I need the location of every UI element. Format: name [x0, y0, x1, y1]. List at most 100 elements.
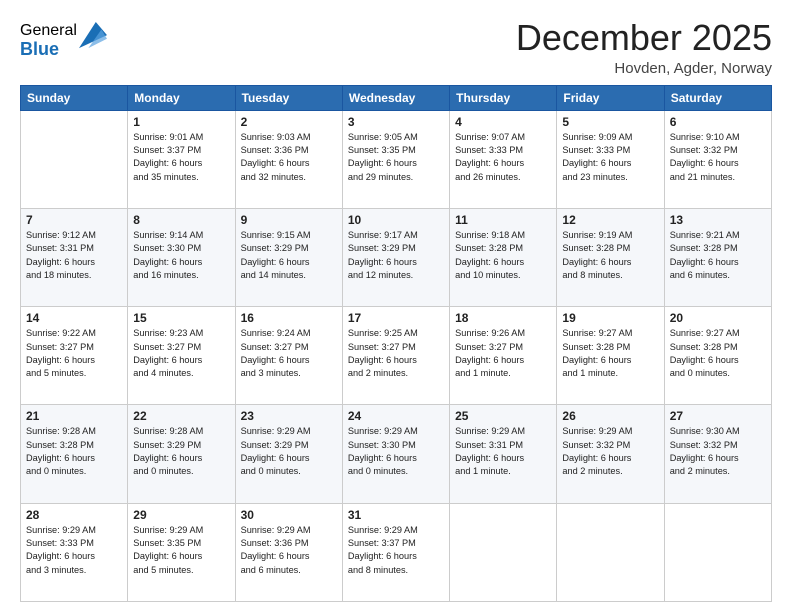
calendar-cell: 29 Sunrise: 9:29 AM Sunset: 3:35 PM Dayli…: [128, 503, 235, 601]
cell-info: Sunrise: 9:07 AM Sunset: 3:33 PM Dayligh…: [455, 131, 551, 184]
day-number: 13: [670, 213, 766, 227]
logo-icon: [79, 22, 107, 50]
day-number: 27: [670, 409, 766, 423]
day-number: 8: [133, 213, 229, 227]
day-number: 22: [133, 409, 229, 423]
page: General Blue December 2025 Hovden, Agder…: [0, 0, 792, 612]
logo: General Blue: [20, 22, 107, 59]
calendar-cell: [450, 503, 557, 601]
day-number: 20: [670, 311, 766, 325]
cell-info: Sunrise: 9:12 AM Sunset: 3:31 PM Dayligh…: [26, 229, 122, 282]
day-number: 7: [26, 213, 122, 227]
calendar-cell: 31 Sunrise: 9:29 AM Sunset: 3:37 PM Dayli…: [342, 503, 449, 601]
cell-info: Sunrise: 9:05 AM Sunset: 3:35 PM Dayligh…: [348, 131, 444, 184]
calendar-cell: [664, 503, 771, 601]
cell-info: Sunrise: 9:29 AM Sunset: 3:29 PM Dayligh…: [241, 425, 337, 478]
calendar-week-row: 1 Sunrise: 9:01 AM Sunset: 3:37 PM Daylig…: [21, 110, 772, 208]
day-number: 18: [455, 311, 551, 325]
logo-general: General: [20, 22, 77, 40]
day-number: 21: [26, 409, 122, 423]
weekday-header-cell: Monday: [128, 85, 235, 110]
calendar-cell: 26Sunrise: 9:29 AM Sunset: 3:32 PM Dayli…: [557, 405, 664, 503]
calendar-week-row: 7 Sunrise: 9:12 AM Sunset: 3:31 PM Daylig…: [21, 208, 772, 306]
weekday-header-cell: Friday: [557, 85, 664, 110]
cell-info: Sunrise: 9:03 AM Sunset: 3:36 PM Dayligh…: [241, 131, 337, 184]
weekday-header-cell: Sunday: [21, 85, 128, 110]
month-title: December 2025: [516, 18, 772, 58]
day-number: 29: [133, 508, 229, 522]
location: Hovden, Agder, Norway: [516, 60, 772, 77]
calendar-cell: 16 Sunrise: 9:24 AM Sunset: 3:27 PM Dayli…: [235, 307, 342, 405]
calendar-cell: 25 Sunrise: 9:29 AM Sunset: 3:31 PM Dayli…: [450, 405, 557, 503]
cell-info: Sunrise: 9:29 AM Sunset: 3:35 PM Dayligh…: [133, 524, 229, 577]
calendar-cell: 14Sunrise: 9:22 AM Sunset: 3:27 PM Dayli…: [21, 307, 128, 405]
cell-info: Sunrise: 9:26 AM Sunset: 3:27 PM Dayligh…: [455, 327, 551, 380]
cell-info: Sunrise: 9:10 AM Sunset: 3:32 PM Dayligh…: [670, 131, 766, 184]
weekday-header-row: SundayMondayTuesdayWednesdayThursdayFrid…: [21, 85, 772, 110]
weekday-header-cell: Thursday: [450, 85, 557, 110]
day-number: 9: [241, 213, 337, 227]
day-number: 16: [241, 311, 337, 325]
calendar-cell: 4 Sunrise: 9:07 AM Sunset: 3:33 PM Daylig…: [450, 110, 557, 208]
calendar-cell: 10Sunrise: 9:17 AM Sunset: 3:29 PM Dayli…: [342, 208, 449, 306]
day-number: 3: [348, 115, 444, 129]
cell-info: Sunrise: 9:27 AM Sunset: 3:28 PM Dayligh…: [562, 327, 658, 380]
calendar-body: 1 Sunrise: 9:01 AM Sunset: 3:37 PM Daylig…: [21, 110, 772, 601]
calendar-cell: 7 Sunrise: 9:12 AM Sunset: 3:31 PM Daylig…: [21, 208, 128, 306]
day-number: 12: [562, 213, 658, 227]
day-number: 2: [241, 115, 337, 129]
cell-info: Sunrise: 9:29 AM Sunset: 3:33 PM Dayligh…: [26, 524, 122, 577]
weekday-header-cell: Saturday: [664, 85, 771, 110]
calendar-cell: 15Sunrise: 9:23 AM Sunset: 3:27 PM Dayli…: [128, 307, 235, 405]
day-number: 4: [455, 115, 551, 129]
logo-text: General Blue: [20, 22, 77, 59]
calendar-week-row: 14Sunrise: 9:22 AM Sunset: 3:27 PM Dayli…: [21, 307, 772, 405]
day-number: 25: [455, 409, 551, 423]
cell-info: Sunrise: 9:25 AM Sunset: 3:27 PM Dayligh…: [348, 327, 444, 380]
cell-info: Sunrise: 9:19 AM Sunset: 3:28 PM Dayligh…: [562, 229, 658, 282]
cell-info: Sunrise: 9:01 AM Sunset: 3:37 PM Dayligh…: [133, 131, 229, 184]
day-number: 5: [562, 115, 658, 129]
calendar-week-row: 21Sunrise: 9:28 AM Sunset: 3:28 PM Dayli…: [21, 405, 772, 503]
calendar-cell: 6 Sunrise: 9:10 AM Sunset: 3:32 PM Daylig…: [664, 110, 771, 208]
cell-info: Sunrise: 9:29 AM Sunset: 3:37 PM Dayligh…: [348, 524, 444, 577]
day-number: 30: [241, 508, 337, 522]
day-number: 24: [348, 409, 444, 423]
title-block: December 2025 Hovden, Agder, Norway: [516, 18, 772, 77]
calendar-cell: 24 Sunrise: 9:29 AM Sunset: 3:30 PM Dayli…: [342, 405, 449, 503]
header: General Blue December 2025 Hovden, Agder…: [20, 18, 772, 77]
cell-info: Sunrise: 9:23 AM Sunset: 3:27 PM Dayligh…: [133, 327, 229, 380]
calendar-table: SundayMondayTuesdayWednesdayThursdayFrid…: [20, 85, 772, 602]
day-number: 17: [348, 311, 444, 325]
cell-info: Sunrise: 9:27 AM Sunset: 3:28 PM Dayligh…: [670, 327, 766, 380]
day-number: 31: [348, 508, 444, 522]
calendar-cell: 9 Sunrise: 9:15 AM Sunset: 3:29 PM Daylig…: [235, 208, 342, 306]
cell-info: Sunrise: 9:30 AM Sunset: 3:32 PM Dayligh…: [670, 425, 766, 478]
calendar-cell: 13Sunrise: 9:21 AM Sunset: 3:28 PM Dayli…: [664, 208, 771, 306]
cell-info: Sunrise: 9:29 AM Sunset: 3:31 PM Dayligh…: [455, 425, 551, 478]
cell-info: Sunrise: 9:09 AM Sunset: 3:33 PM Dayligh…: [562, 131, 658, 184]
calendar-week-row: 28 Sunrise: 9:29 AM Sunset: 3:33 PM Dayli…: [21, 503, 772, 601]
day-number: 6: [670, 115, 766, 129]
calendar-cell: [557, 503, 664, 601]
cell-info: Sunrise: 9:15 AM Sunset: 3:29 PM Dayligh…: [241, 229, 337, 282]
cell-info: Sunrise: 9:29 AM Sunset: 3:36 PM Dayligh…: [241, 524, 337, 577]
calendar-cell: 23Sunrise: 9:29 AM Sunset: 3:29 PM Dayli…: [235, 405, 342, 503]
day-number: 1: [133, 115, 229, 129]
day-number: 28: [26, 508, 122, 522]
logo-blue: Blue: [20, 40, 77, 60]
cell-info: Sunrise: 9:18 AM Sunset: 3:28 PM Dayligh…: [455, 229, 551, 282]
cell-info: Sunrise: 9:28 AM Sunset: 3:29 PM Dayligh…: [133, 425, 229, 478]
day-number: 10: [348, 213, 444, 227]
calendar-cell: 28 Sunrise: 9:29 AM Sunset: 3:33 PM Dayli…: [21, 503, 128, 601]
cell-info: Sunrise: 9:24 AM Sunset: 3:27 PM Dayligh…: [241, 327, 337, 380]
cell-info: Sunrise: 9:29 AM Sunset: 3:32 PM Dayligh…: [562, 425, 658, 478]
calendar-cell: 19 Sunrise: 9:27 AM Sunset: 3:28 PM Dayli…: [557, 307, 664, 405]
calendar-cell: 21Sunrise: 9:28 AM Sunset: 3:28 PM Dayli…: [21, 405, 128, 503]
cell-info: Sunrise: 9:29 AM Sunset: 3:30 PM Dayligh…: [348, 425, 444, 478]
calendar-cell: 18 Sunrise: 9:26 AM Sunset: 3:27 PM Dayli…: [450, 307, 557, 405]
day-number: 19: [562, 311, 658, 325]
calendar-cell: 2 Sunrise: 9:03 AM Sunset: 3:36 PM Daylig…: [235, 110, 342, 208]
weekday-header-cell: Tuesday: [235, 85, 342, 110]
cell-info: Sunrise: 9:14 AM Sunset: 3:30 PM Dayligh…: [133, 229, 229, 282]
